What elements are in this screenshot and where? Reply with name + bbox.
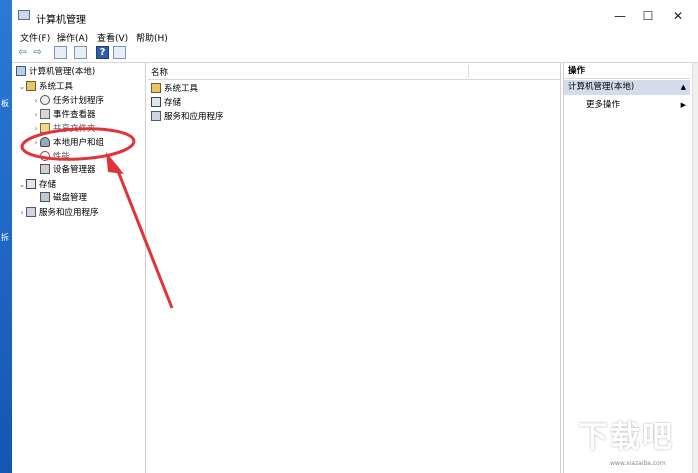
list-item[interactable]: 服务和应用程序 (151, 111, 224, 124)
chevron-right-icon: ▶ (680, 101, 686, 109)
tree-label: 计算机管理(本地) (29, 67, 96, 77)
event-viewer-icon (40, 109, 50, 119)
storage-icon (151, 97, 161, 107)
close-button[interactable]: ✕ (664, 8, 692, 24)
back-arrow-icon[interactable]: ⇦ (16, 46, 29, 59)
tree-item-storage[interactable]: ⌄ 存储 (18, 178, 56, 191)
computer-management-icon (18, 10, 30, 20)
disk-management-icon (40, 192, 50, 202)
tree-label: 设备管理器 (53, 165, 96, 175)
device-manager-icon (40, 164, 50, 174)
maximize-button[interactable]: ☐ (634, 8, 662, 24)
tree-item-device-manager[interactable]: 设备管理器 (40, 164, 96, 177)
tree-item-task-scheduler[interactable]: › 任务计划程序 (32, 94, 104, 107)
computer-icon (16, 66, 26, 76)
users-icon (40, 137, 50, 147)
tree-item-local-users[interactable]: › 本地用户和组 (32, 136, 104, 149)
list-item[interactable]: 系统工具 (151, 83, 198, 96)
tree-item-root[interactable]: 计算机管理(本地) (16, 66, 95, 79)
tree-label: 共享文件夹 (53, 124, 96, 134)
more-actions-item[interactable]: 更多操作 ▶ (564, 98, 690, 112)
window-title: 计算机管理 (36, 15, 86, 26)
export-list-icon[interactable] (74, 46, 87, 59)
toolbar: ⇦ ⇨ ? (12, 44, 698, 63)
chevron-down-icon[interactable]: ⌄ (18, 178, 26, 191)
tools-icon (151, 83, 161, 93)
desktop-edge: 板 拆 (0, 0, 12, 473)
tree-item-disk-management[interactable]: 磁盘管理 (40, 192, 87, 205)
tree-item-shared-folders[interactable]: › 共享文件夹 (32, 122, 96, 135)
actions-section-label: 计算机管理(本地) (568, 82, 635, 92)
minimize-button[interactable]: — (606, 8, 634, 24)
column-name-header[interactable]: 名称 (151, 66, 168, 78)
services-icon (151, 111, 161, 121)
tree-item-performance[interactable]: › 性能 (32, 150, 70, 163)
tree-label: 系统工具 (39, 82, 74, 92)
column-header: 名称 (148, 63, 560, 80)
menu-bar: 文件(F) 操作(A) 查看(V) 帮助(H) (12, 30, 698, 44)
content-pane: 名称 系统工具 存储 服务和应用程序 (148, 63, 561, 473)
desktop-label: 板 (1, 99, 9, 108)
title-bar[interactable]: 计算机管理 — ☐ ✕ (12, 0, 698, 30)
chevron-down-icon[interactable]: ⌄ (18, 80, 26, 93)
tree-label: 任务计划程序 (53, 96, 105, 106)
tree-item-services-apps[interactable]: › 服务和应用程序 (18, 206, 99, 219)
chevron-right-icon[interactable]: › (32, 122, 40, 135)
actions-section-computer-management[interactable]: 计算机管理(本地) ▲ (564, 80, 690, 95)
chevron-right-icon[interactable]: › (32, 150, 40, 163)
tree-label: 服务和应用程序 (39, 208, 99, 218)
watermark-logo: 下载吧 (578, 420, 674, 455)
chevron-right-icon[interactable]: › (32, 136, 40, 149)
chevron-up-icon[interactable]: ▲ (681, 80, 686, 95)
tree-item-system-tools[interactable]: ⌄ 系统工具 (18, 80, 73, 93)
shared-folder-icon (40, 123, 50, 133)
chevron-right-icon[interactable]: › (32, 108, 40, 121)
more-actions-label: 更多操作 (586, 100, 621, 110)
tools-icon (26, 81, 36, 91)
menu-view[interactable]: 查看(V) (97, 31, 128, 44)
services-icon (26, 207, 36, 217)
list-item[interactable]: 存储 (151, 97, 181, 110)
chevron-right-icon[interactable]: › (32, 94, 40, 107)
menu-action[interactable]: 操作(A) (57, 31, 88, 44)
watermark-url: www.xiazaiba.com (610, 460, 666, 467)
storage-icon (26, 179, 36, 189)
tree-label: 性能 (53, 152, 71, 162)
performance-icon (40, 151, 50, 161)
desktop-label: 拆 (1, 233, 9, 242)
list-item-label: 系统工具 (164, 84, 199, 94)
console-tree-icon[interactable] (54, 46, 67, 59)
list-item-label: 服务和应用程序 (164, 112, 224, 122)
tree-label: 磁盘管理 (53, 193, 88, 203)
menu-file[interactable]: 文件(F) (20, 31, 50, 44)
clock-icon (40, 95, 50, 105)
show-action-pane-icon[interactable] (113, 46, 126, 59)
tree-item-event-viewer[interactable]: › 事件查看器 (32, 108, 96, 121)
tree-label: 存储 (39, 180, 57, 190)
list-item-label: 存储 (164, 98, 182, 108)
help-icon[interactable]: ? (96, 46, 109, 59)
actions-header: 操作 (564, 63, 690, 79)
tree-label: 事件查看器 (53, 110, 96, 120)
forward-arrow-icon[interactable]: ⇨ (31, 46, 44, 59)
tree-label: 本地用户和组 (53, 138, 105, 148)
menu-help[interactable]: 帮助(H) (136, 31, 168, 44)
computer-management-window: 计算机管理 — ☐ ✕ 文件(F) 操作(A) 查看(V) 帮助(H) ⇦ ⇨ … (12, 0, 698, 473)
column-divider[interactable] (468, 65, 469, 77)
chevron-right-icon[interactable]: › (18, 206, 26, 219)
vertical-scrollbar[interactable] (692, 63, 698, 473)
console-tree: 计算机管理(本地) ⌄ 系统工具 › 任务计划程序 › 事件查看器 › 共享文件夹 › 本… (12, 63, 146, 473)
